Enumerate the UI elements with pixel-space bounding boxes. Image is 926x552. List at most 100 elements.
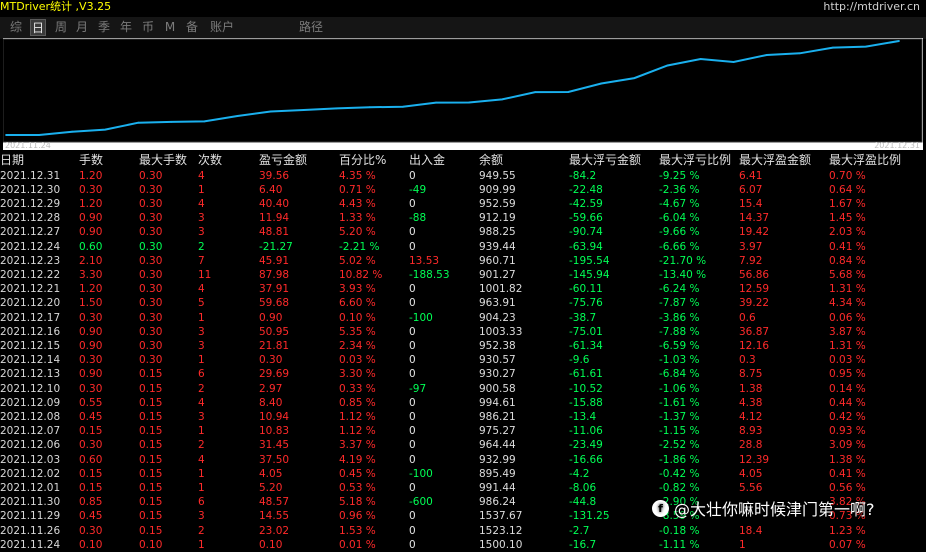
column-header[interactable]: 出入金 xyxy=(409,152,445,168)
table-cell: 3.37 % xyxy=(339,439,376,452)
f-logo-icon: f xyxy=(652,499,669,517)
table-cell: 0.15 xyxy=(139,382,163,395)
table-cell: 0 xyxy=(409,325,416,338)
table-cell: 19.42 xyxy=(739,226,770,239)
period-tab[interactable]: 备 xyxy=(184,19,200,36)
table-cell: 37.50 xyxy=(259,453,290,466)
table-row[interactable]: 2021.12.27 0.90 0.30 3 48.81 5.20 % 0 988.25 -90… xyxy=(0,225,926,239)
table-cell: -13.40 % xyxy=(659,268,707,281)
period-tab[interactable]: 年 xyxy=(118,19,134,36)
period-tab[interactable]: 周 xyxy=(53,19,69,36)
table-row[interactable]: 2021.12.07 0.15 0.15 1 10.83 1.12 % 0 975.27 -11… xyxy=(0,424,926,438)
table-cell: 930.57 xyxy=(479,354,516,367)
column-header[interactable]: 次数 xyxy=(198,152,222,168)
table-row[interactable]: 2021.12.20 1.50 0.30 5 59.68 6.60 % 0 963.91 -75… xyxy=(0,296,926,310)
column-header[interactable]: 百分比% xyxy=(339,152,386,168)
column-header[interactable]: 日期 xyxy=(0,152,24,168)
column-header[interactable]: 最大浮亏金额 xyxy=(569,152,641,168)
table-cell: 939.44 xyxy=(479,240,516,253)
table-row[interactable]: 2021.12.31 1.20 0.30 4 39.56 4.35 % 0 949.55 -84… xyxy=(0,169,926,183)
balance-point xyxy=(5,134,7,136)
table-cell: 14.55 xyxy=(259,510,290,523)
table-row[interactable]: 2021.11.26 0.30 0.15 2 23.02 1.53 % 0 1523.12 -2… xyxy=(0,524,926,538)
table-cell: 949.55 xyxy=(479,169,516,182)
table-row[interactable]: 2021.12.24 0.60 0.30 2 -21.27 -2.21 % 0 939.44 -… xyxy=(0,240,926,254)
table-cell: 2021.12.16 xyxy=(0,325,61,338)
table-row[interactable]: 2021.12.10 0.30 0.15 2 2.97 0.33 % -97 900.58 -1… xyxy=(0,382,926,396)
table-cell: 2021.12.07 xyxy=(0,425,61,438)
table-cell: 0.44 % xyxy=(829,396,866,409)
table-cell: 988.25 xyxy=(479,226,516,239)
table-cell: 0.53 % xyxy=(339,481,376,494)
table-row[interactable]: 2021.12.17 0.30 0.30 1 0.90 0.10 % -100 904.23 -… xyxy=(0,311,926,325)
table-cell: 4.38 xyxy=(739,396,763,409)
table-row[interactable]: 2021.12.15 0.90 0.30 3 21.81 2.34 % 0 952.38 -61… xyxy=(0,339,926,353)
column-header[interactable]: 最大手数 xyxy=(139,152,187,168)
table-cell: -131.25 xyxy=(569,510,610,523)
table-row[interactable]: 2021.12.29 1.20 0.30 4 40.40 4.43 % 0 952.59 -42… xyxy=(0,197,926,211)
table-row[interactable]: 2021.12.13 0.90 0.15 6 29.69 3.30 % 0 930.27 -61… xyxy=(0,367,926,381)
column-header[interactable]: 最大浮盈金额 xyxy=(739,152,811,168)
table-cell: -2.7 xyxy=(569,524,590,537)
table-cell: 0.70 % xyxy=(829,169,866,182)
table-cell: 0 xyxy=(409,453,416,466)
column-header[interactable]: 最大浮盈比例 xyxy=(829,152,901,168)
table-row[interactable]: 2021.12.30 0.30 0.30 1 6.40 0.71 % -49 909.99 -2… xyxy=(0,183,926,197)
period-tab[interactable]: 日 xyxy=(30,19,46,36)
period-tab[interactable]: 币 xyxy=(140,19,156,36)
column-header[interactable]: 最大浮亏比例 xyxy=(659,152,731,168)
table-cell: 0.30 xyxy=(139,339,163,352)
table-cell: 4.34 % xyxy=(829,297,866,310)
table-cell: 991.44 xyxy=(479,481,516,494)
table-row[interactable]: 2021.12.01 0.15 0.15 1 5.20 0.53 % 0 991.44 -8.0… xyxy=(0,481,926,495)
table-cell: 0 xyxy=(409,481,416,494)
table-row[interactable]: 2021.12.16 0.90 0.30 3 50.95 5.35 % 0 1003.33 -7… xyxy=(0,325,926,339)
balance-point xyxy=(71,130,73,133)
table-cell: 0.15 xyxy=(139,453,163,466)
balance-point xyxy=(203,120,206,123)
table-cell: 40.40 xyxy=(259,197,290,210)
table-cell: 0.30 xyxy=(79,382,103,395)
column-header[interactable]: 余额 xyxy=(479,152,503,168)
period-tab[interactable]: 综 xyxy=(8,19,24,36)
table-row[interactable]: 2021.12.14 0.30 0.30 1 0.30 0.03 % 0 930.57 -9.6… xyxy=(0,353,926,367)
table-row[interactable]: 2021.12.06 0.30 0.15 2 31.45 3.37 % 0 964.44 -23… xyxy=(0,438,926,452)
table-row[interactable]: 2021.12.21 1.20 0.30 4 37.91 3.93 % 0 1001.82 -6… xyxy=(0,282,926,296)
table-cell: 975.27 xyxy=(479,425,516,438)
table-cell: -90.74 xyxy=(569,226,603,239)
period-tab[interactable]: M xyxy=(164,19,176,36)
period-tab[interactable]: 账户 xyxy=(207,19,237,36)
table-cell: 0.30 xyxy=(79,311,103,324)
period-tab[interactable]: 月 xyxy=(74,19,90,36)
table-cell: 6 xyxy=(198,368,205,381)
table-cell: -1.15 % xyxy=(659,425,700,438)
table-cell: 3 xyxy=(198,510,205,523)
table-row[interactable]: 2021.12.03 0.60 0.15 4 37.50 4.19 % 0 932.99 -16… xyxy=(0,453,926,467)
site-link[interactable]: http://mtdriver.cn xyxy=(823,0,920,14)
table-row[interactable]: 2021.12.09 0.55 0.15 4 8.40 0.85 % 0 994.61 -15.… xyxy=(0,396,926,410)
table-row[interactable]: 2021.12.02 0.15 0.15 1 4.05 0.45 % -100 895.49 -… xyxy=(0,467,926,481)
period-tab[interactable]: 季 xyxy=(96,19,112,36)
table-cell: 1.33 % xyxy=(339,212,376,225)
table-cell: 0.30 xyxy=(139,354,163,367)
column-header[interactable]: 手数 xyxy=(79,152,103,168)
column-header[interactable]: 盈亏金额 xyxy=(259,152,307,168)
balance-point xyxy=(402,105,404,108)
period-tab[interactable]: 路径 xyxy=(296,19,326,36)
table-cell: 37.91 xyxy=(259,283,290,296)
table-cell: 0 xyxy=(409,425,416,438)
table-row[interactable]: 2021.12.22 3.30 0.30 11 87.98 10.82 % -188.53 9… xyxy=(0,268,926,282)
table-cell: 0.30 xyxy=(139,212,163,225)
table-cell: 900.58 xyxy=(479,382,516,395)
balance-point xyxy=(765,54,768,56)
table-row[interactable]: 2021.12.08 0.45 0.15 3 10.94 1.12 % 0 986.21 -13… xyxy=(0,410,926,424)
table-cell: 0.30 xyxy=(139,311,163,324)
table-cell: 4 xyxy=(198,169,205,182)
balance-point xyxy=(435,101,437,104)
table-cell: 1.20 xyxy=(79,283,103,296)
table-row[interactable]: 2021.12.23 2.10 0.30 7 45.91 5.02 % 13.53 960.7… xyxy=(0,254,926,268)
table-cell: 4.05 xyxy=(259,467,283,480)
table-row[interactable]: 2021.12.28 0.90 0.30 3 11.94 1.33 % -88 912.19 -… xyxy=(0,211,926,225)
table-cell: 1 xyxy=(198,311,205,324)
balance-point xyxy=(269,110,272,113)
